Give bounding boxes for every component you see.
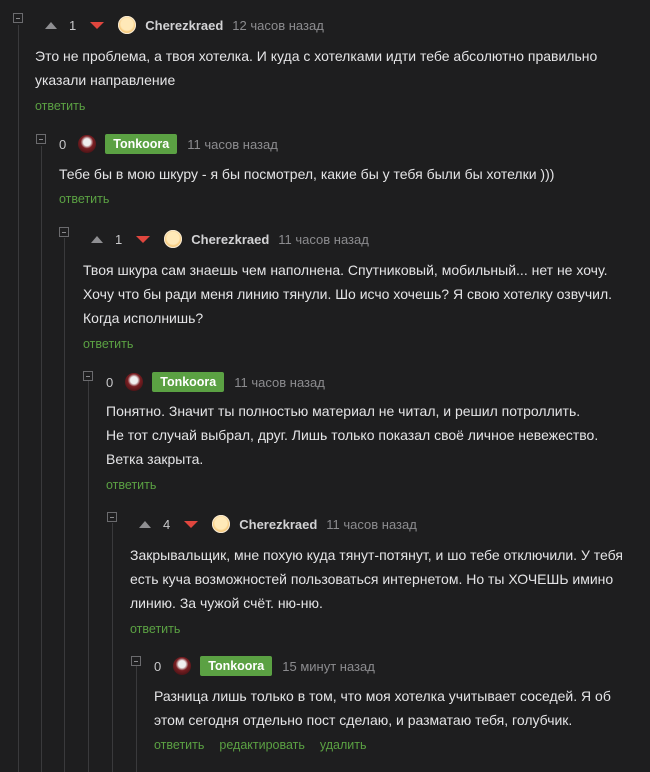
- comment-header: 1 Cherezkraed 11 часов назад: [91, 227, 369, 251]
- comment-rating: 1: [69, 17, 77, 33]
- reply-link[interactable]: ответить: [35, 99, 85, 113]
- comment-text: Закрывальщик, мне похую куда тянут-потян…: [130, 547, 623, 611]
- comment-actions: ответить: [83, 337, 133, 351]
- thread-line: [136, 666, 137, 772]
- avatar[interactable]: [164, 230, 183, 248]
- downvote-icon[interactable]: [90, 21, 105, 29]
- comment-rating: 0: [154, 658, 162, 674]
- comment-header: 0 Tonkoora 15 минут назад: [154, 654, 375, 678]
- thread-line: [112, 523, 113, 772]
- comment-header: 4 Cherezkraed 11 часов назад: [139, 512, 417, 536]
- avatar[interactable]: [125, 373, 144, 391]
- reply-link[interactable]: ответить: [130, 622, 180, 636]
- comment-header: 0 Tonkoora 11 часов назад: [59, 132, 278, 156]
- thread-line: [64, 238, 65, 772]
- thread-line: [18, 25, 19, 772]
- comment-text: Твоя шкура сам знаешь чем наполнена. Спу…: [83, 262, 613, 326]
- edit-link[interactable]: редактировать: [219, 738, 305, 752]
- delete-link[interactable]: удалить: [320, 738, 367, 752]
- collapse-icon[interactable]: [83, 371, 93, 381]
- comment-time[interactable]: 11 часов назад: [326, 517, 417, 532]
- comment-text: Тебе бы в мою шкуру - я бы посмотрел, ка…: [59, 166, 555, 182]
- comment-header: 0 Tonkoora 11 часов назад: [106, 370, 325, 394]
- collapse-icon[interactable]: [59, 227, 69, 237]
- comment-author[interactable]: Cherezkraed: [191, 232, 269, 247]
- comment-text: Разница лишь только в том, что моя хотел…: [154, 688, 611, 728]
- comment-actions: ответить: [35, 99, 85, 113]
- comment-rating: 1: [115, 231, 123, 247]
- thread-line: [41, 146, 42, 772]
- avatar[interactable]: [118, 16, 137, 34]
- comment-rating: 0: [59, 136, 67, 152]
- comment-rating: 4: [163, 516, 171, 532]
- comment-author[interactable]: Cherezkraed: [239, 517, 317, 532]
- avatar[interactable]: [173, 657, 192, 675]
- comment-time[interactable]: 11 часов назад: [234, 375, 325, 390]
- comment-author[interactable]: Tonkoora: [105, 134, 178, 154]
- comments-thread: 1 Cherezkraed 12 часов назад Это не проб…: [0, 0, 650, 772]
- reply-link[interactable]: ответить: [106, 478, 156, 492]
- downvote-icon[interactable]: [184, 520, 199, 528]
- thread-line: [88, 381, 89, 772]
- upvote-icon[interactable]: [45, 21, 57, 29]
- comment-actions: ответить: [59, 192, 109, 206]
- avatar[interactable]: [78, 135, 97, 153]
- comment-author[interactable]: Tonkoora: [200, 656, 273, 676]
- comment-author[interactable]: Tonkoora: [152, 372, 225, 392]
- comment-text: Это не проблема, а твоя хотелка. И куда …: [35, 48, 598, 88]
- comment-time[interactable]: 15 минут назад: [282, 659, 375, 674]
- reply-link[interactable]: ответить: [59, 192, 109, 206]
- comment-header: 1 Cherezkraed 12 часов назад: [45, 13, 324, 37]
- comment-time[interactable]: 12 часов назад: [232, 18, 324, 33]
- comment-author[interactable]: Cherezkraed: [145, 18, 223, 33]
- comment-rating: 0: [106, 374, 114, 390]
- collapse-icon[interactable]: [131, 656, 141, 666]
- collapse-icon[interactable]: [13, 13, 23, 23]
- avatar[interactable]: [212, 515, 231, 533]
- comment-actions: ответить: [106, 478, 156, 492]
- reply-link[interactable]: ответить: [154, 738, 204, 752]
- comment-actions: ответить редактировать удалить: [154, 738, 367, 752]
- downvote-icon[interactable]: [136, 235, 151, 243]
- comment-text: Понятно. Значит ты полностью материал не…: [106, 403, 599, 467]
- comment-actions: ответить: [130, 622, 180, 636]
- upvote-icon[interactable]: [139, 520, 151, 528]
- comment-time[interactable]: 11 часов назад: [278, 232, 369, 247]
- collapse-icon[interactable]: [107, 512, 117, 522]
- upvote-icon[interactable]: [91, 235, 103, 243]
- comment-time[interactable]: 11 часов назад: [187, 137, 278, 152]
- reply-link[interactable]: ответить: [83, 337, 133, 351]
- collapse-icon[interactable]: [36, 134, 46, 144]
